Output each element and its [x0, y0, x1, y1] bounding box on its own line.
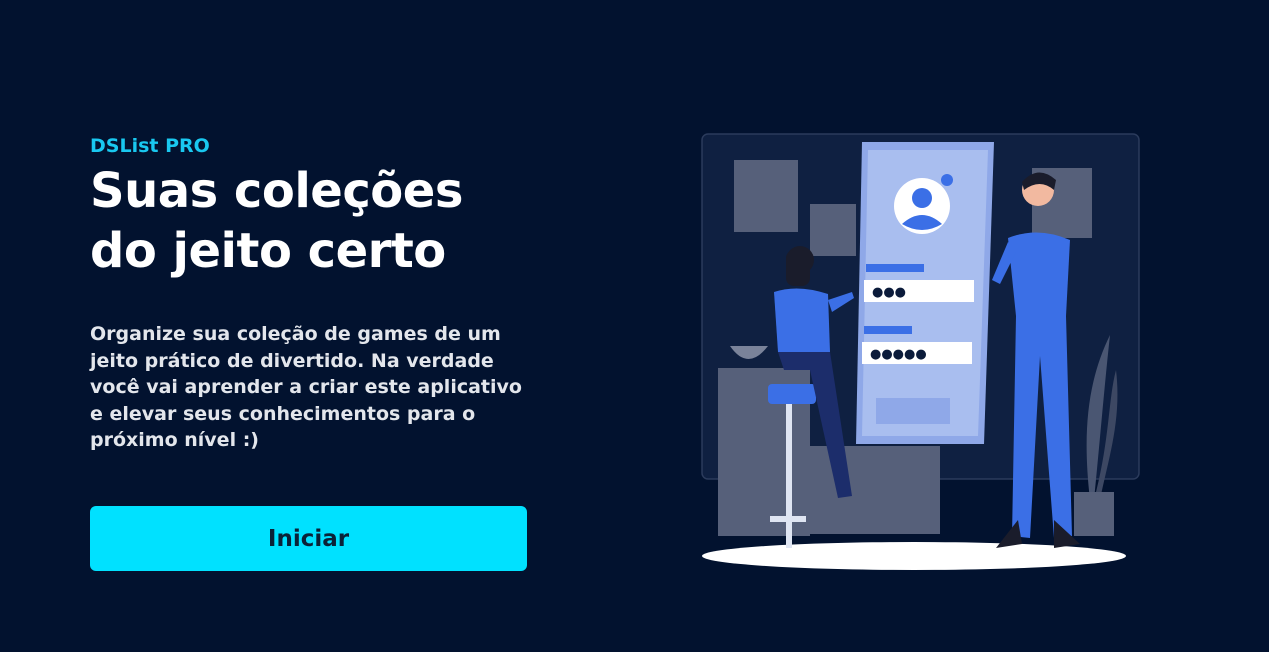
desk [810, 446, 940, 534]
start-button[interactable]: Iniciar [90, 506, 527, 571]
password-dots-2: ●●●●● [870, 347, 927, 362]
woman-figure [774, 288, 830, 352]
hero-description: Organize sua coleção de games de um jeit… [90, 323, 522, 451]
hero-title-line-1: Suas coleções [90, 163, 463, 219]
wall-frame [734, 160, 798, 232]
hero-section: DSList PRO Suas coleções do jeito certo … [90, 135, 550, 454]
hero-title: Suas coleções do jeito certo [90, 161, 550, 281]
password-dots-1: ●●● [872, 285, 906, 300]
man-figure [1008, 232, 1070, 316]
login-illustration: ●●● ●●●●● [701, 133, 1140, 570]
wall-frame [810, 204, 856, 256]
submit-field [876, 398, 950, 424]
brand-label: DSList PRO [90, 135, 210, 157]
hero-title-line-2: do jeito certo [90, 223, 446, 279]
